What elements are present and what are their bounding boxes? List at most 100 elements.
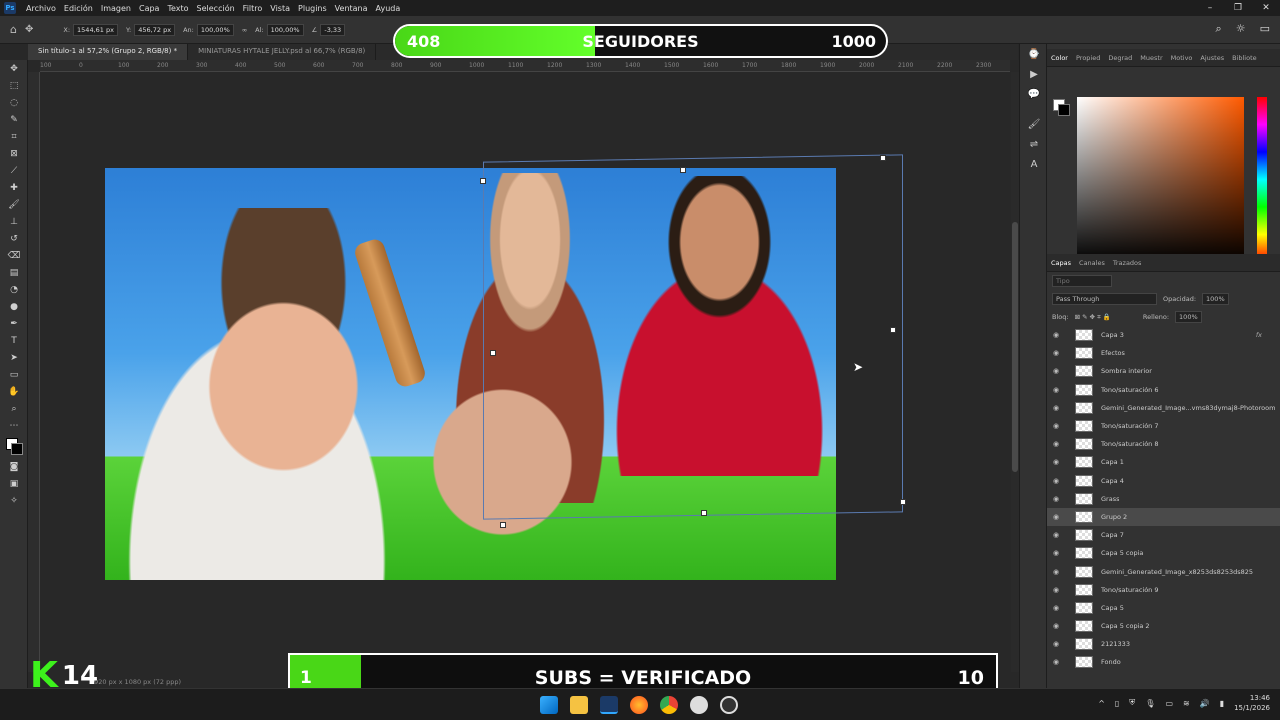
move-tool-icon[interactable]: ✥ bbox=[0, 60, 28, 77]
marquee-tool-icon[interactable]: ⬚ bbox=[0, 77, 28, 94]
menu-capa[interactable]: Capa bbox=[135, 4, 163, 13]
hue-slider[interactable] bbox=[1257, 97, 1267, 262]
visibility-eye-icon[interactable]: ◉ bbox=[1053, 586, 1065, 594]
move-options-icon[interactable]: ✥ bbox=[25, 24, 33, 35]
visibility-eye-icon[interactable]: ◉ bbox=[1053, 367, 1065, 375]
battery-icon[interactable]: ▯ bbox=[1115, 699, 1119, 708]
brush-tool-icon[interactable]: 🖌 bbox=[0, 196, 28, 213]
visibility-eye-icon[interactable]: ◉ bbox=[1053, 604, 1065, 612]
visibility-eye-icon[interactable]: ◉ bbox=[1053, 404, 1065, 412]
layer-row[interactable]: ◉ Tono/saturación 6 bbox=[1047, 381, 1280, 399]
app-icon[interactable] bbox=[690, 696, 708, 714]
close-icon[interactable]: ✕ bbox=[1252, 3, 1280, 13]
visibility-eye-icon[interactable]: ◉ bbox=[1053, 477, 1065, 485]
display-icon[interactable]: ▭ bbox=[1165, 699, 1173, 708]
tray-chevron-icon[interactable]: ^ bbox=[1098, 699, 1105, 708]
system-clock[interactable]: 13:46 15/1/2026 bbox=[1234, 693, 1270, 713]
vertical-scrollbar[interactable] bbox=[1011, 72, 1019, 672]
tab-color[interactable]: Color bbox=[1047, 54, 1072, 62]
history-panel-icon[interactable]: ⌚ bbox=[1020, 44, 1048, 64]
tab-ajustes[interactable]: Ajustes bbox=[1196, 54, 1228, 62]
file-explorer-icon[interactable] bbox=[570, 696, 588, 714]
history-brush-tool-icon[interactable]: ↺ bbox=[0, 230, 28, 247]
tab-motivo[interactable]: Motivo bbox=[1167, 54, 1197, 62]
tab-sin-titulo[interactable]: Sin título-1 al 57,2% (Grupo 2, RGB/8) * bbox=[28, 44, 189, 60]
lasso-tool-icon[interactable]: ◌ bbox=[0, 94, 28, 111]
menu-filtro[interactable]: Filtro bbox=[239, 4, 267, 13]
color-swatches[interactable] bbox=[0, 434, 28, 458]
menu-ayuda[interactable]: Ayuda bbox=[372, 4, 405, 13]
transform-handle[interactable] bbox=[680, 167, 686, 173]
menu-edicion[interactable]: Edición bbox=[60, 4, 97, 13]
blend-mode-select[interactable]: Pass Through bbox=[1052, 293, 1157, 305]
visibility-eye-icon[interactable]: ◉ bbox=[1053, 458, 1065, 466]
transform-handle[interactable] bbox=[500, 522, 506, 528]
path-select-tool-icon[interactable]: ➤ bbox=[0, 349, 28, 366]
quick-select-tool-icon[interactable]: ✎ bbox=[0, 111, 28, 128]
visibility-eye-icon[interactable]: ◉ bbox=[1053, 386, 1065, 394]
height-input[interactable]: 100,00% bbox=[266, 23, 304, 36]
eraser-tool-icon[interactable]: ⌫ bbox=[0, 247, 28, 264]
layer-row[interactable]: ◉ Capa 5 copia bbox=[1047, 544, 1280, 562]
defender-icon[interactable]: ⛨ bbox=[1129, 698, 1135, 708]
menu-seleccion[interactable]: Selección bbox=[193, 4, 239, 13]
hand-tool-icon[interactable]: ✋ bbox=[0, 383, 28, 400]
layer-row[interactable]: ◉ Tono/saturación 7 bbox=[1047, 417, 1280, 435]
tab-canales[interactable]: Canales bbox=[1075, 259, 1109, 267]
battery-level-icon[interactable]: ▮ bbox=[1220, 699, 1224, 708]
menu-ventana[interactable]: Ventana bbox=[331, 4, 372, 13]
x-position-input[interactable]: 1544,61 px bbox=[73, 23, 118, 36]
tab-trazados[interactable]: Trazados bbox=[1109, 259, 1146, 267]
fill-input[interactable]: 100% bbox=[1175, 311, 1202, 323]
frame-tool-icon[interactable]: ⊠ bbox=[0, 145, 28, 162]
layer-row[interactable]: ◉ Tono/saturación 8 bbox=[1047, 435, 1280, 453]
transform-handle[interactable] bbox=[701, 510, 707, 516]
link-icon[interactable]: ∞ bbox=[242, 26, 247, 34]
zoom-tool-icon[interactable]: ⌕ bbox=[0, 400, 28, 417]
visibility-eye-icon[interactable]: ◉ bbox=[1053, 549, 1065, 557]
chrome-icon[interactable] bbox=[660, 696, 678, 714]
visibility-eye-icon[interactable]: ◉ bbox=[1053, 349, 1065, 357]
layer-row[interactable]: ◉ Capa 3 fx bbox=[1047, 326, 1280, 344]
search-icon[interactable]: ⌕ bbox=[1216, 22, 1222, 36]
visibility-eye-icon[interactable]: ◉ bbox=[1053, 440, 1065, 448]
restore-icon[interactable]: ❐ bbox=[1224, 3, 1252, 13]
width-input[interactable]: 100,00% bbox=[196, 23, 234, 36]
windows-start-icon[interactable] bbox=[540, 696, 558, 714]
transform-bounding-box[interactable] bbox=[483, 154, 903, 520]
visibility-eye-icon[interactable]: ◉ bbox=[1053, 531, 1065, 539]
visibility-eye-icon[interactable]: ◉ bbox=[1053, 640, 1065, 648]
more-tools-icon[interactable]: ⋯ bbox=[0, 417, 28, 434]
menu-plugins[interactable]: Plugins bbox=[294, 4, 331, 13]
clone-stamp-tool-icon[interactable]: ⊥ bbox=[0, 213, 28, 230]
scroll-thumb[interactable] bbox=[1012, 222, 1018, 472]
workspace-icon[interactable]: ▭ bbox=[1260, 22, 1270, 36]
layer-row[interactable]: ◉ Capa 4 bbox=[1047, 472, 1280, 490]
actions-panel-icon[interactable]: ▶ bbox=[1020, 64, 1048, 84]
transform-handle[interactable] bbox=[880, 155, 886, 161]
menu-archivo[interactable]: Archivo bbox=[22, 4, 60, 13]
type-tool-icon[interactable]: T bbox=[0, 332, 28, 349]
layer-row[interactable]: ◉ Sombra interior bbox=[1047, 362, 1280, 380]
transform-handle[interactable] bbox=[480, 178, 486, 184]
layer-row[interactable]: ◉ Capa 5 copia 2 bbox=[1047, 617, 1280, 635]
layer-row[interactable]: ◉ Gemini_Generated_Image_x8253ds8253ds825 bbox=[1047, 562, 1280, 580]
angle-input[interactable]: -3,33 bbox=[320, 23, 346, 36]
crop-tool-icon[interactable]: ⌗ bbox=[0, 128, 28, 145]
opacity-input[interactable]: 100% bbox=[1202, 293, 1229, 305]
y-position-input[interactable]: 456,72 px bbox=[134, 23, 176, 36]
quick-mask-icon[interactable]: ◙ bbox=[0, 458, 28, 475]
layer-row[interactable]: ◉ Capa 1 bbox=[1047, 453, 1280, 471]
lock-icons[interactable]: ⊠ ✎ ✥ ⌗ 🔒 bbox=[1075, 313, 1111, 322]
pen-tool-icon[interactable]: ✒ bbox=[0, 315, 28, 332]
character-panel-icon[interactable]: A bbox=[1020, 154, 1048, 174]
layer-row[interactable]: ◉ Tono/saturación 9 bbox=[1047, 581, 1280, 599]
layer-row[interactable]: ◉ Efectos bbox=[1047, 344, 1280, 362]
tab-miniaturas[interactable]: MINIATURAS HYTALE JELLY.psd al 66,7% (RG… bbox=[188, 44, 377, 60]
background-color-swatch[interactable] bbox=[11, 443, 23, 455]
tab-capas[interactable]: Capas bbox=[1047, 259, 1075, 267]
dodge-tool-icon[interactable]: ● bbox=[0, 298, 28, 315]
visibility-eye-icon[interactable]: ◉ bbox=[1053, 622, 1065, 630]
obs-icon[interactable] bbox=[720, 696, 738, 714]
visibility-eye-icon[interactable]: ◉ bbox=[1053, 658, 1065, 666]
